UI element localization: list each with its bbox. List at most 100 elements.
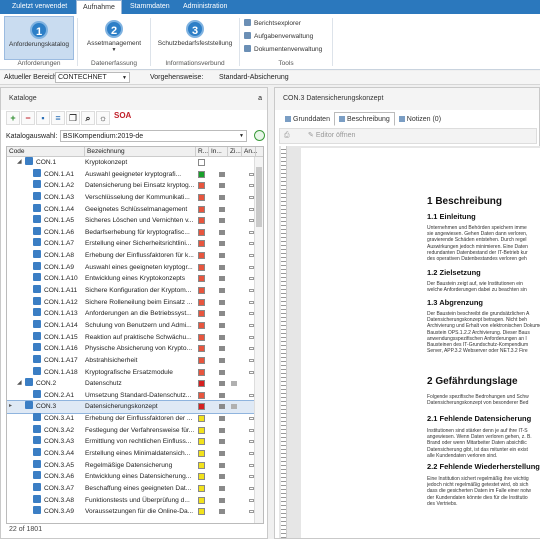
table-row[interactable]: CON.3.A2 Festlegung der Verfahrensweise f… [7, 424, 263, 437]
table-row[interactable]: CON.3.A4 Erstellung eines Minimaldatensic… [7, 448, 263, 460]
table-row[interactable]: CON.1.A8 Erhebung der Einflussfaktoren fü… [7, 250, 263, 262]
table-row[interactable]: CON.3.A7 Beschaffung eines geeigneten Dat… [7, 482, 263, 495]
table-row[interactable]: CON.1.A3 Verschlüsselung der Kommunikati.… [7, 191, 263, 204]
refresh-icon[interactable] [254, 130, 265, 141]
table-row[interactable]: CON.3.A3 Ermittlung von rechtlichen Einfl… [7, 436, 263, 448]
soa-button[interactable]: SOA [114, 111, 131, 120]
row-code: CON.1.A17 [33, 354, 78, 367]
table-row[interactable]: CON.1.A11 Sichere Konfiguration der Krypt… [7, 285, 263, 297]
row-code: CON.1.A7 [33, 238, 74, 250]
editor-open-button[interactable]: ✎ Editor öffnen [308, 129, 355, 143]
col-code[interactable]: Code [7, 147, 85, 157]
table-row[interactable]: CON.3.A5 Regelmäßige Datensicherung [7, 459, 263, 472]
expand-icon[interactable]: ▸ [9, 401, 12, 413]
row-description: Funktionstests und Überprüfung d... [85, 496, 190, 504]
table-row[interactable]: CON.1.A9 Auswahl eines geeigneten kryptog… [7, 261, 263, 274]
requirement-icon [33, 180, 41, 189]
scroll-thumb[interactable] [256, 167, 262, 227]
katalogauswahl-label: Katalogauswahl: [6, 133, 58, 140]
implementation-icon [219, 264, 225, 270]
row-description: Festlegung der Verfahrensweise für... [85, 426, 195, 434]
collapse-icon[interactable]: ◢ [17, 378, 22, 390]
tab-zuletzt-verwendet[interactable]: Zuletzt verwendet [6, 0, 73, 14]
bereich-select[interactable]: CONTECHNET ▼ [55, 72, 130, 83]
table-row[interactable]: CON.1.A1 Auswahl geeigneter kryptografi..… [7, 168, 263, 181]
table-row[interactable]: CON.3.A1 Erhebung der Einflussfaktoren de… [7, 413, 263, 425]
tab-grunddaten[interactable]: Grunddaten [281, 113, 334, 127]
anforderungskatalog-button[interactable]: 1 Anforderungskatalog [4, 16, 74, 60]
status-indicator [198, 380, 205, 388]
schutzbedarfsfeststellung-button[interactable]: 3 Schutzbedarfsfeststellung [154, 16, 236, 60]
table-row[interactable]: CON.1.A17 Abstrahlsicherheit [7, 354, 263, 367]
document-icon [244, 45, 251, 52]
tab-aufnahme[interactable]: Aufnahme [76, 0, 122, 15]
row-code: CON.1 [25, 157, 56, 169]
list-icon[interactable]: ≡ [51, 111, 65, 125]
status-indicator [198, 450, 205, 458]
table-row[interactable]: CON.3.A9 Voraussetzungen für die Online-D… [7, 506, 263, 518]
search-icon[interactable]: ⌕ [81, 111, 95, 125]
table-row[interactable]: CON.2.A1 Umsetzung Standard-Datenschutz..… [7, 389, 263, 402]
table-row[interactable]: CON.1.A15 Reaktion auf praktische Schwäch… [7, 331, 263, 344]
status-indicator [198, 205, 205, 213]
row-code: CON.3.A8 [33, 494, 74, 507]
text-line: Datensicherung gibt, ist das mitunter ei… [427, 446, 528, 453]
table-row[interactable]: CON.1.A16 Physische Absicherung von Krypt… [7, 343, 263, 355]
table-row[interactable]: ▸ CON.3 Datensicherungskonzept [7, 400, 263, 415]
col-an[interactable]: An... [242, 147, 257, 157]
table-row[interactable]: CON.1.A6 Bedarfserhebung für kryptografis… [7, 226, 263, 239]
implementation-icon [219, 183, 225, 189]
row-code-text: CON.1.A12 [44, 298, 78, 306]
table-row[interactable]: CON.1.A13 Anforderungen an die Betriebssy… [7, 308, 263, 320]
berichtsexplorer-button[interactable]: Berichtsexplorer [244, 18, 301, 29]
table-row[interactable]: CON.3.A8 Funktionstests und Überprüfung d… [7, 494, 263, 507]
pin-icon[interactable]: a [258, 88, 262, 110]
collapse-icon[interactable]: ◢ [17, 157, 22, 169]
heading-zielsetzung: 1.2 Zielsetzung [427, 268, 481, 277]
table-row[interactable]: CON.1.A4 Geeignetes Schlüsselmanagement [7, 203, 263, 216]
row-code-text: CON.3.A3 [44, 438, 75, 446]
row-code: CON.1.A8 [33, 250, 74, 262]
col-zi[interactable]: Zi... [228, 147, 242, 157]
tab-beschreibung[interactable]: Beschreibung [333, 112, 395, 126]
requirement-icon [33, 296, 41, 305]
table-row[interactable]: ◢ CON.2 Datenschutz [7, 378, 263, 390]
katalog-select[interactable]: BSIKompendium:2019-de ▼ [60, 130, 247, 142]
tab-administration[interactable]: Administration [177, 0, 233, 14]
table-row[interactable]: CON.1.A18 Kryptografische Ersatzmodule [7, 366, 263, 379]
add-icon[interactable]: + [6, 111, 20, 125]
tab-notizen-label: Notizen (0) [406, 116, 442, 123]
table-row[interactable]: CON.1.A12 Sichere Rolleneilung beim Einsa… [7, 296, 263, 309]
row-code-text: CON.2 [36, 380, 57, 388]
table-row[interactable]: CON.3.A6 Entwicklung eines Datensicherung… [7, 471, 263, 483]
remove-icon[interactable]: − [21, 111, 35, 125]
aufgabenverwaltung-button[interactable]: Aufgabenverwaltung [244, 31, 313, 42]
status-indicator [198, 252, 205, 260]
col-r[interactable]: R... [196, 147, 209, 157]
settings-icon[interactable]: ☼ [96, 111, 110, 125]
implementation-icon [219, 439, 225, 445]
copy-icon[interactable]: ❐ [66, 111, 80, 125]
tab-notizen[interactable]: Notizen (0) [395, 113, 445, 127]
implementation-icon [219, 485, 225, 491]
grid-scrollbar[interactable] [254, 157, 263, 523]
table-row[interactable]: CON.1.A14 Schulung von Benutzern und Admi… [7, 319, 263, 332]
print-icon[interactable]: ⎙ [284, 129, 290, 143]
col-bezeichnung[interactable]: Bezeichnung [85, 147, 196, 157]
col-in[interactable]: In... [209, 147, 228, 157]
row-description: Voraussetzungen für die Online-Da... [85, 508, 194, 516]
assetmanagement-button[interactable]: 2 Assetmanagement ▼ [82, 16, 146, 60]
save-icon[interactable]: ▪ [36, 111, 50, 125]
table-row[interactable]: CON.1.A7 Erstellung einer Sicherheitsrich… [7, 238, 263, 250]
row-code-text: CON.3.A7 [44, 484, 75, 492]
document-viewer[interactable]: 1 Beschreibung 1.1 Einleitung Unternehme… [279, 146, 540, 538]
table-row[interactable]: ◢ CON.1 Kryptokonzept [7, 157, 263, 169]
table-row[interactable]: CON.1.A5 Sicheres Löschen und Vernichten … [7, 215, 263, 227]
table-row[interactable]: CON.1.A10 Entwicklung eines Kryptokonzept… [7, 273, 263, 285]
tab-stammdaten[interactable]: Stammdaten [124, 0, 176, 14]
status-indicator [198, 193, 205, 201]
module-icon [25, 401, 33, 410]
table-row[interactable]: CON.1.A2 Datensicherung bei Einsatz krypt… [7, 180, 263, 192]
group-label-tools: Tools [278, 60, 294, 67]
dokumentenverwaltung-button[interactable]: Dokumentenverwaltung [244, 44, 322, 55]
